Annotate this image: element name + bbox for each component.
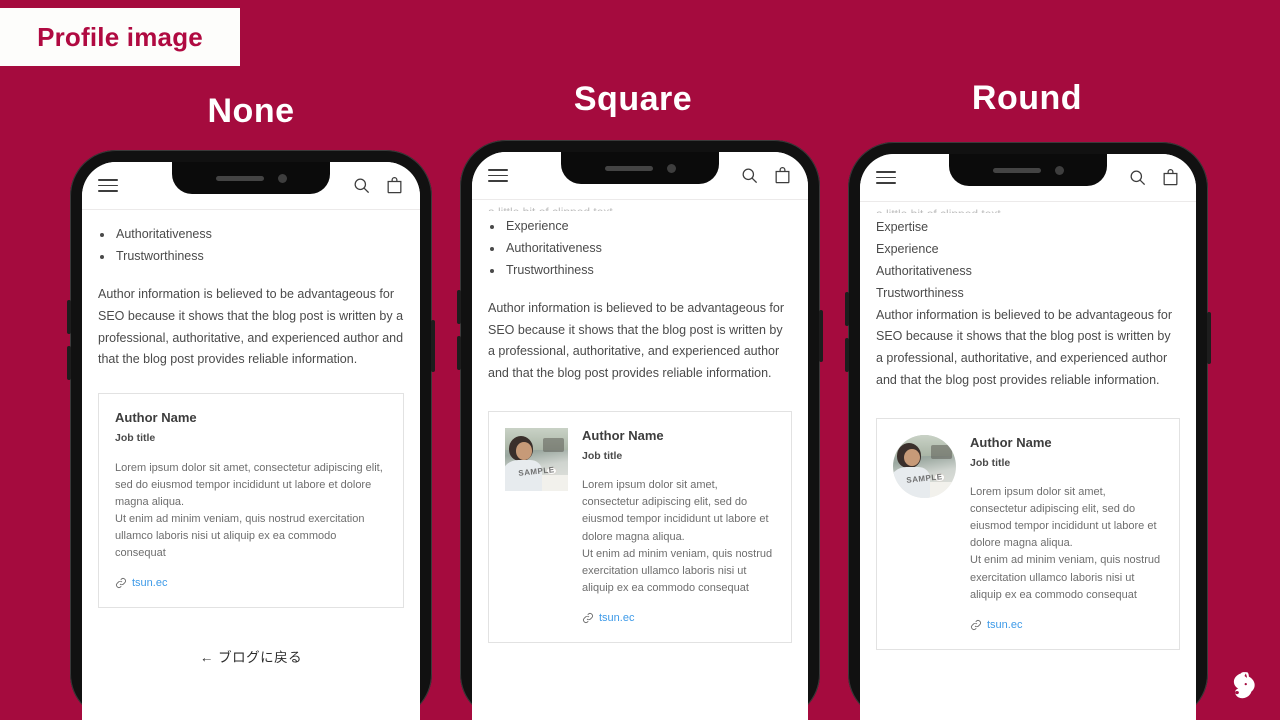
author-job-title: Job title bbox=[582, 450, 623, 463]
author-website-link[interactable]: tsun.ec bbox=[970, 616, 1163, 635]
author-name: Author Name bbox=[970, 435, 1052, 450]
volume-down-button[interactable] bbox=[67, 346, 71, 380]
earpiece-speaker-icon bbox=[604, 165, 653, 171]
page-content: Authoritativeness Trustworthiness Author… bbox=[82, 210, 420, 670]
author-card-body: Author Name Job title Lorem ipsum dolor … bbox=[582, 428, 775, 628]
link-chain-icon bbox=[970, 619, 982, 631]
author-card: SAMPLE Author Name Job title Lorem ipsum… bbox=[488, 411, 792, 643]
list-item: Experience bbox=[876, 241, 939, 256]
author-website-label: tsun.ec bbox=[132, 576, 168, 589]
author-card: Author Name Job title Lorem ipsum dolor … bbox=[98, 393, 404, 609]
list-item: Trustworthiness bbox=[504, 260, 792, 282]
author-avatar-square: SAMPLE bbox=[505, 428, 568, 492]
volume-down-button[interactable] bbox=[845, 338, 849, 372]
author-card-body: Author Name Job title Lorem ipsum dolor … bbox=[115, 410, 387, 593]
author-bio: Lorem ipsum dolor sit amet, consectetur … bbox=[970, 486, 1161, 601]
author-avatar-round: SAMPLE bbox=[893, 435, 956, 498]
volume-down-button[interactable] bbox=[457, 336, 461, 370]
author-website-label: tsun.ec bbox=[987, 618, 1023, 631]
author-website-link[interactable]: tsun.ec bbox=[115, 574, 387, 593]
page-content: a little bit of clipped text Experience … bbox=[472, 200, 808, 643]
phone-mockup-square: Tsun App Test a little bit of clipped te… bbox=[457, 140, 823, 720]
section-title-square: Square bbox=[573, 80, 693, 118]
seo-paragraph: Author information is believed to be adv… bbox=[876, 307, 1173, 388]
author-job-title: Job title bbox=[970, 456, 1011, 469]
earpiece-speaker-icon bbox=[992, 167, 1041, 173]
front-camera-icon bbox=[666, 163, 676, 173]
power-button[interactable] bbox=[819, 310, 823, 362]
header-icon-group bbox=[1128, 168, 1180, 187]
author-bio: Lorem ipsum dolor sit amet, consectetur … bbox=[582, 479, 773, 594]
phone-screen-none: Tsun App Test Authoritativeness Trustwor… bbox=[82, 162, 420, 720]
section-title-none: None bbox=[207, 92, 295, 130]
author-website-label: tsun.ec bbox=[599, 611, 635, 624]
hamburger-icon[interactable] bbox=[876, 171, 896, 184]
shopping-bag-icon[interactable] bbox=[1161, 168, 1180, 187]
front-camera-icon bbox=[1054, 165, 1064, 175]
header-icon-group bbox=[352, 176, 404, 195]
volume-up-button[interactable] bbox=[67, 300, 71, 334]
volume-up-button[interactable] bbox=[845, 292, 849, 326]
link-chain-icon bbox=[115, 577, 127, 589]
phone-notch bbox=[949, 154, 1107, 186]
seo-paragraph: Author information is believed to be adv… bbox=[98, 286, 404, 367]
eat-list: Expertise Experience Authoritativeness T… bbox=[876, 217, 1180, 305]
husky-dog-logo bbox=[1222, 666, 1262, 706]
profile-image-badge: Profile image bbox=[0, 8, 240, 66]
author-name: Author Name bbox=[582, 428, 664, 444]
power-button[interactable] bbox=[431, 320, 435, 372]
author-name: Author Name bbox=[115, 410, 197, 426]
author-card-body: Author Name Job title Lorem ipsum dolor … bbox=[970, 435, 1163, 635]
author-job-title: Job title bbox=[115, 432, 156, 445]
volume-up-button[interactable] bbox=[457, 290, 461, 324]
list-item: Trustworthiness bbox=[114, 246, 404, 268]
list-item: Authoritativeness bbox=[876, 263, 972, 278]
list-item: Experience bbox=[504, 216, 792, 238]
shopping-bag-icon[interactable] bbox=[385, 176, 404, 195]
power-button[interactable] bbox=[1207, 312, 1211, 364]
phone-notch bbox=[172, 162, 330, 194]
phone-screen-square: Tsun App Test a little bit of clipped te… bbox=[472, 152, 808, 720]
author-website-link[interactable]: tsun.ec bbox=[582, 609, 775, 628]
clipped-text-top: a little bit of clipped text bbox=[876, 204, 1180, 213]
list-item: Trustworthiness bbox=[876, 285, 964, 300]
author-bio: Lorem ipsum dolor sit amet, consectetur … bbox=[115, 461, 383, 559]
phone-mockup-none: Tsun App Test Authoritativeness Trustwor… bbox=[67, 150, 435, 720]
hamburger-icon[interactable] bbox=[488, 169, 508, 182]
phone-mockup-round: Tsun App Test a little bit of clipped te… bbox=[845, 142, 1211, 720]
section-title-round: Round bbox=[971, 79, 1083, 117]
list-item: Expertise bbox=[876, 220, 929, 234]
front-camera-icon bbox=[277, 173, 287, 183]
shopping-bag-icon[interactable] bbox=[773, 166, 792, 185]
eat-list: Experience Authoritativeness Trustworthi… bbox=[504, 216, 792, 282]
list-item: Authoritativeness bbox=[114, 224, 404, 246]
earpiece-speaker-icon bbox=[215, 175, 264, 181]
search-icon[interactable] bbox=[352, 176, 371, 195]
hamburger-icon[interactable] bbox=[98, 179, 118, 192]
phone-screen-round: Tsun App Test a little bit of clipped te… bbox=[860, 154, 1196, 720]
author-card: SAMPLE Author Name Job title Lorem ipsum… bbox=[876, 418, 1180, 650]
badge-label: Profile image bbox=[37, 21, 203, 52]
page-content: a little bit of clipped text Expertise E… bbox=[860, 202, 1196, 650]
eat-list: Authoritativeness Trustworthiness bbox=[114, 224, 404, 268]
back-to-blog-link[interactable]: ← ブログに戻る bbox=[98, 646, 404, 670]
seo-paragraph: Author information is believed to be adv… bbox=[488, 300, 785, 381]
phone-notch bbox=[561, 152, 719, 184]
list-item: Authoritativeness bbox=[504, 238, 792, 260]
link-chain-icon bbox=[582, 612, 594, 624]
search-icon[interactable] bbox=[1128, 168, 1147, 187]
search-icon[interactable] bbox=[740, 166, 759, 185]
clipped-text-top: a little bit of clipped text bbox=[488, 202, 792, 211]
header-icon-group bbox=[740, 166, 792, 185]
